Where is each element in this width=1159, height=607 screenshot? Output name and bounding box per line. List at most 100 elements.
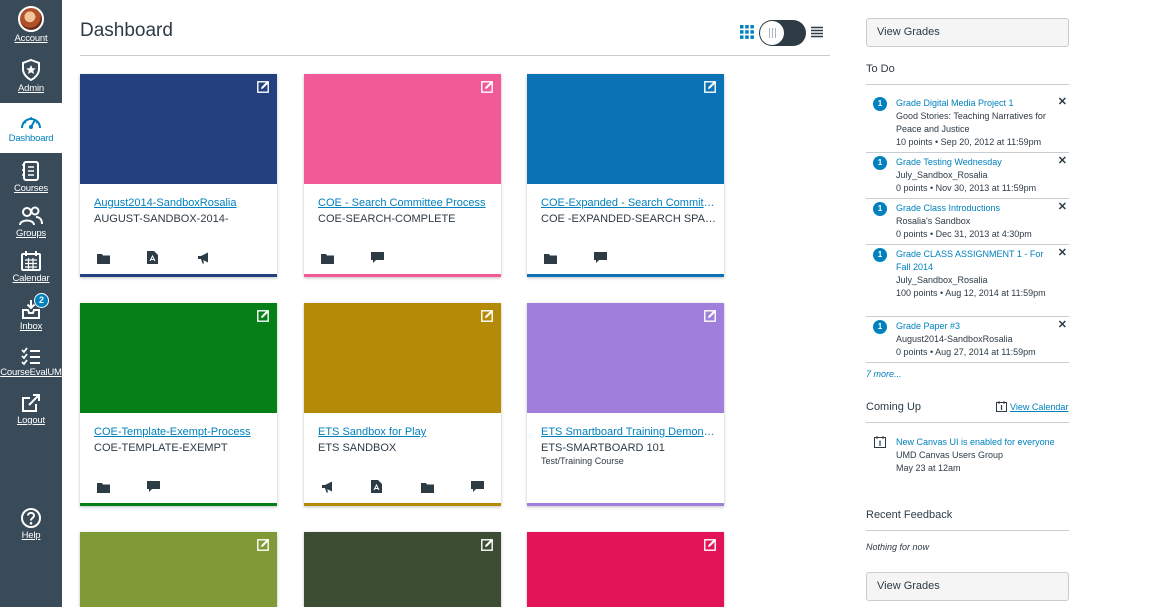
course-card[interactable]: COE - Search Committee Process COE-SEARCH… [304,74,501,277]
course-card-title-link[interactable]: COE-Template-Exempt-Process [94,426,270,438]
nav-groups[interactable]: Groups [0,205,62,239]
course-card-hero[interactable] [527,532,724,607]
course-card[interactable] [80,532,277,607]
course-card[interactable] [304,532,501,607]
edit-icon[interactable] [704,80,717,98]
course-card-code: ETS SANDBOX [318,442,397,454]
course-card-title-link[interactable]: ETS Smartboard Training Demonstration [541,426,717,438]
dismiss-todo-icon[interactable]: ✕ [1058,154,1067,167]
todo-course: August2014-SandboxRosalia [896,334,1013,344]
course-card-hero[interactable] [527,74,724,184]
course-card-hero[interactable] [304,532,501,607]
course-card-color-bar [80,274,277,277]
files-icon[interactable] [371,480,382,498]
recent-feedback-divider [866,530,1069,531]
files-icon[interactable] [147,251,158,269]
nav-calendar-label: Calendar [12,273,50,284]
folder-icon[interactable] [321,251,334,269]
announcement-icon[interactable] [321,480,334,498]
edit-icon[interactable] [257,309,270,327]
edit-icon[interactable] [481,309,494,327]
todo-item-divider [866,316,1069,317]
discussion-icon[interactable] [471,480,484,498]
toggle-knob [760,21,784,45]
course-card-title-link[interactable]: COE-Expanded - Search Committee Process [541,197,717,209]
course-card-color-bar [80,503,277,506]
nav-inbox-label: Inbox [19,321,43,332]
course-card-title-link[interactable]: August2014-SandboxRosalia [94,197,270,209]
edit-icon[interactable] [481,538,494,556]
todo-item-divider [866,362,1069,363]
course-card-hero[interactable] [304,303,501,413]
event-title-link[interactable]: New Canvas UI is enabled for everyone [896,437,1055,447]
edit-icon[interactable] [481,80,494,98]
discussion-icon[interactable] [147,480,160,498]
nav-account[interactable]: Account [0,6,62,44]
nav-dashboard[interactable]: Dashboard [0,103,62,153]
course-card-hero[interactable] [80,532,277,607]
todo-title-link[interactable]: Grade Paper #3 [896,321,960,331]
course-card-title-link[interactable]: ETS Sandbox for Play [318,426,494,438]
groups-people-icon [19,206,43,226]
course-card[interactable]: ETS Smartboard Training Demonstration ETS… [527,303,724,506]
dismiss-todo-icon[interactable]: ✕ [1058,200,1067,213]
nav-inbox[interactable]: 2 Inbox [0,293,62,332]
dismiss-todo-icon[interactable]: ✕ [1058,318,1067,331]
todo-title-link[interactable]: Grade Testing Wednesday [896,157,1002,167]
course-card-title-link[interactable]: COE - Search Committee Process [318,197,494,209]
nav-account-label: Account [14,33,48,44]
course-card-action-icons [304,480,501,498]
edit-icon[interactable] [704,309,717,327]
view-grades-bottom-button[interactable]: View Grades [866,572,1069,601]
nav-help[interactable]: Help [0,507,62,541]
nav-courses[interactable]: Courses [0,160,62,194]
nav-logout[interactable]: Logout [0,392,62,426]
dismiss-todo-icon[interactable]: ✕ [1058,246,1067,259]
todo-count-badge: 1 [873,156,887,170]
folder-icon[interactable] [544,251,557,269]
no-feedback-text: Nothing for now [866,542,930,552]
card-view-grid-icon[interactable] [740,25,754,39]
course-card-action-icons [304,251,501,269]
course-card-hero[interactable] [80,74,277,184]
nav-courseeval[interactable]: CourseEvalUM [0,346,62,378]
edit-icon[interactable] [257,538,270,556]
folder-icon[interactable] [421,480,434,498]
course-card-color-bar [304,274,501,277]
todo-item-divider [866,152,1069,153]
todo-meta: 0 points • Dec 31, 2013 at 4:30pm [896,229,1032,239]
todo-title-link[interactable]: Grade Class Introductions [896,203,1000,213]
discussion-icon[interactable] [371,251,384,269]
todo-heading: To Do [866,63,895,75]
view-calendar-link[interactable]: View Calendar [996,401,1068,412]
course-card-hero[interactable] [304,74,501,184]
more-todos-link[interactable]: 7 more... [866,369,902,379]
shield-star-icon [22,58,40,82]
view-grades-button[interactable]: View Grades [866,18,1069,47]
dashboard-gauge-icon [21,117,41,129]
course-card[interactable]: August2014-SandboxRosalia AUGUST-SANDBOX-… [80,74,277,277]
course-card-hero[interactable] [80,303,277,413]
help-question-icon [21,508,41,528]
course-card[interactable]: COE-Template-Exempt-Process COE-TEMPLATE-… [80,303,277,506]
course-card-color-bar [527,503,724,506]
edit-icon[interactable] [257,80,270,98]
list-view-icon[interactable] [811,26,823,38]
nav-admin[interactable]: Admin [0,58,62,94]
course-card[interactable]: ETS Sandbox for Play ETS SANDBOX [304,303,501,506]
folder-icon[interactable] [97,480,110,498]
course-card[interactable] [527,532,724,607]
folder-icon[interactable] [97,251,110,269]
announcement-icon[interactable] [197,251,210,269]
nav-calendar[interactable]: Calendar [0,250,62,284]
dismiss-todo-icon[interactable]: ✕ [1058,95,1067,108]
discussion-icon[interactable] [594,251,607,269]
course-card-hero[interactable] [527,303,724,413]
todo-title-link[interactable]: Grade CLASS ASSIGNMENT 1 - For Fall 2014 [896,249,1043,272]
todo-title-link[interactable]: Grade Digital Media Project 1 [896,98,1014,108]
edit-icon[interactable] [704,538,717,556]
view-mode-toggle[interactable] [759,20,806,46]
course-card[interactable]: COE-Expanded - Search Committee Process C… [527,74,724,277]
todo-meta: 100 points • Aug 12, 2014 at 11:59pm [896,288,1046,298]
page-title: Dashboard [80,20,173,41]
